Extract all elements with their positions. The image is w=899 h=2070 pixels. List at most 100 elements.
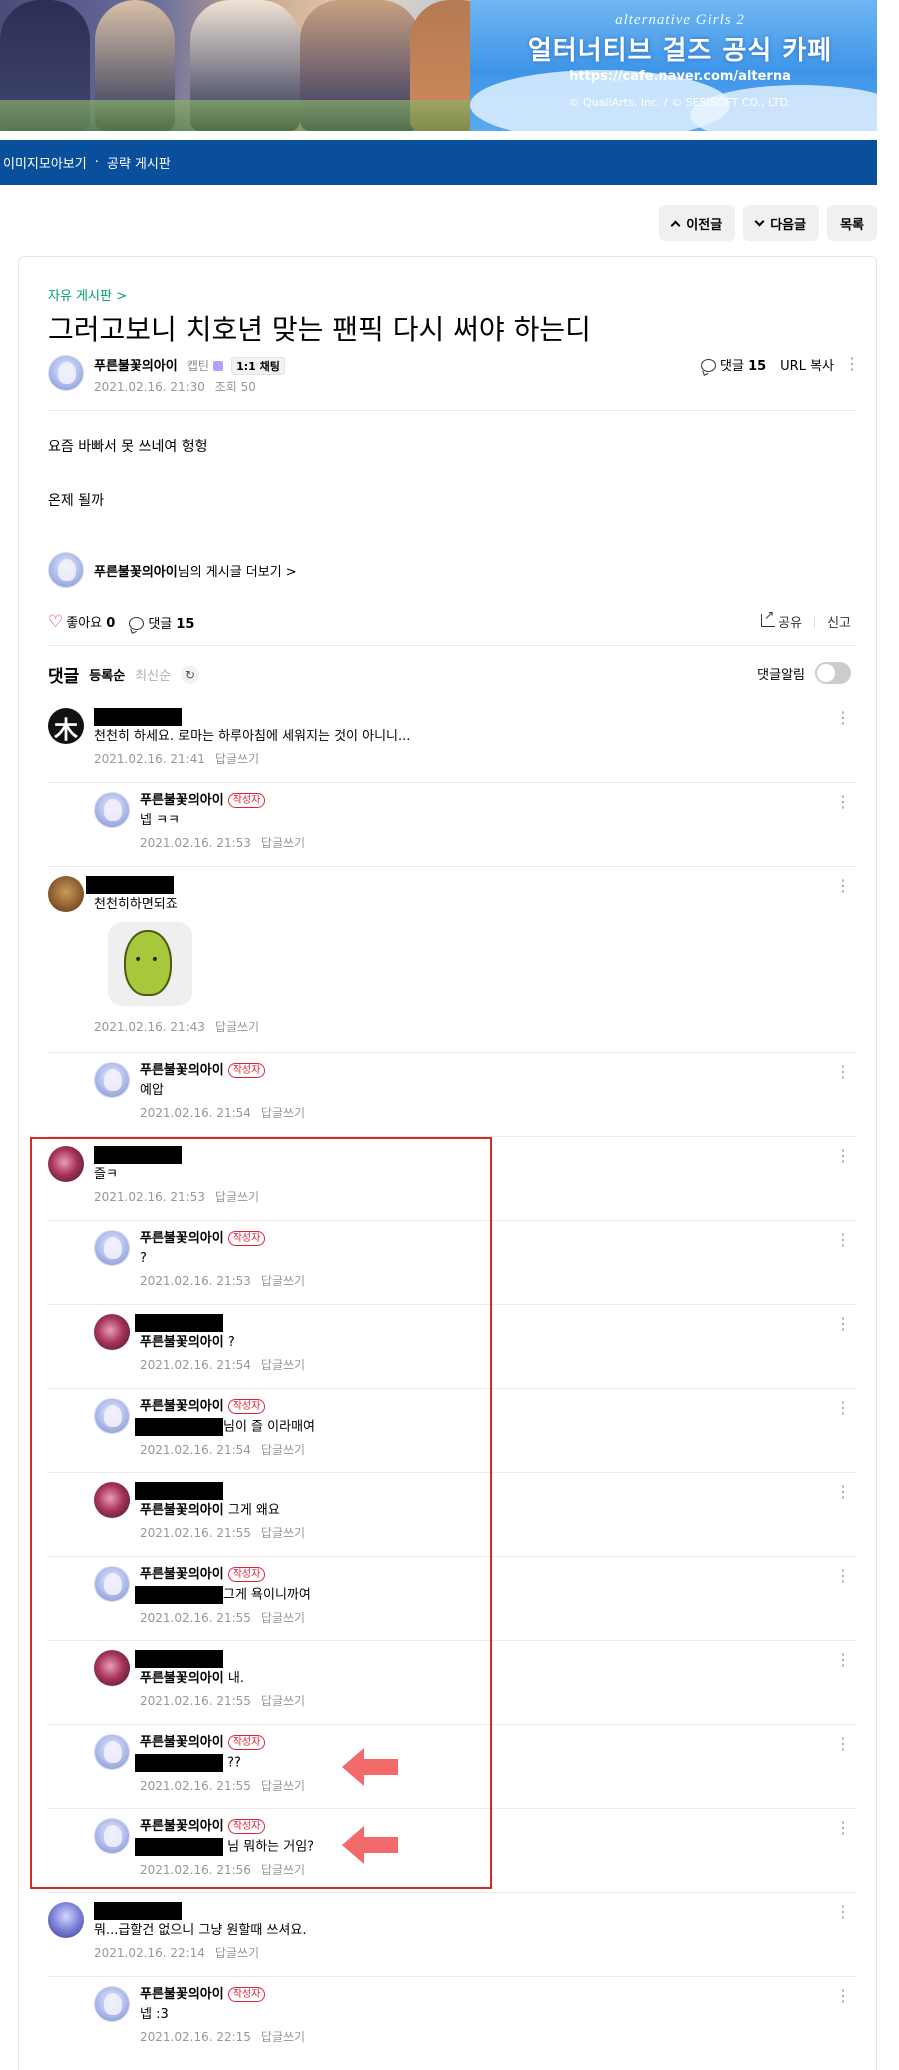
writer-badge: 작성자 <box>227 793 266 808</box>
comment-content: 푸른불꽃의아이 작성자 넵 :3 2021.02.16. 22:15 답글쓰기 <box>140 1986 840 2045</box>
heart-icon: ♡ <box>48 612 64 632</box>
author-avatar[interactable] <box>48 552 84 588</box>
author-rank: 캡틴 <box>186 359 209 373</box>
more-kebab-icon[interactable]: ⋮ <box>835 1314 851 1333</box>
divider <box>48 1892 857 1893</box>
comment-date: 2021.02.16. 21:43 <box>94 1020 205 1034</box>
reply-button[interactable]: 답글쓰기 <box>261 2030 305 2044</box>
comment-text: 천천히하면되죠 <box>94 897 178 912</box>
post-navigation: 이전글 다음글 목록 <box>659 205 877 241</box>
more-kebab-icon[interactable]: ⋮ <box>835 1146 851 1165</box>
rank-badge-icon <box>212 361 223 371</box>
more-kebab-icon[interactable]: ⋮ <box>835 1986 851 2005</box>
banner-url: https://cafe.naver.com/alterna <box>569 69 791 84</box>
commenter-name[interactable] <box>86 876 794 894</box>
commenter-name[interactable]: 푸른불꽃의아이 <box>140 1063 224 1078</box>
nav-strategy-board[interactable]: 공략 게시판 <box>107 153 171 172</box>
comment-button[interactable]: 댓글 15 <box>129 613 194 632</box>
comment-alarm-toggle[interactable] <box>815 662 851 684</box>
comment-date: 2021.02.16. 21:41 <box>94 752 205 766</box>
commenter-avatar[interactable] <box>94 1062 130 1098</box>
commenter-avatar[interactable] <box>48 708 84 744</box>
commenter-name[interactable] <box>94 708 794 726</box>
comment-count-button[interactable]: 댓글 15 <box>701 355 766 374</box>
post-date: 2021.02.16. 21:30 <box>94 380 205 394</box>
comment-text: 예압 <box>140 1083 164 1098</box>
more-kebab-icon[interactable]: ⋮ <box>835 1398 851 1417</box>
more-kebab-icon[interactable] <box>844 354 860 373</box>
reply-button[interactable]: 답글쓰기 <box>261 836 305 850</box>
cafe-banner[interactable]: alternative Girls 2 얼터너티브 걸즈 공식 카페 https… <box>0 0 877 131</box>
url-copy-button[interactable]: URL 복사 <box>780 355 834 374</box>
author-avatar[interactable] <box>48 355 84 391</box>
board-link[interactable]: 자유 게시판 > <box>48 285 127 304</box>
reply-button[interactable]: 답글쓰기 <box>261 1106 305 1120</box>
like-comment-row: ♡ 좋아요 0 댓글 15 <box>48 612 194 632</box>
like-count: 0 <box>106 616 116 631</box>
more-kebab-icon[interactable]: ⋮ <box>835 1650 851 1669</box>
more-kebab-icon[interactable]: ⋮ <box>835 1902 851 1921</box>
more-posts-link[interactable]: 푸른불꽃의아이님의 게시글 더보기 > <box>94 561 297 580</box>
commenter-avatar[interactable] <box>94 792 130 828</box>
comment-content: 푸른불꽃의아이 작성자 예압 2021.02.16. 21:54 답글쓰기 <box>140 1062 840 1121</box>
arrow-left-icon <box>342 1748 398 1786</box>
list-button[interactable]: 목록 <box>827 205 877 241</box>
arrow-left-icon <box>342 1826 398 1864</box>
more-kebab-icon[interactable]: ⋮ <box>835 792 851 811</box>
more-kebab-icon[interactable]: ⋮ <box>835 1734 851 1753</box>
commenter-avatar[interactable] <box>48 1902 84 1938</box>
share-label: 공유 <box>778 616 803 631</box>
sort-latest-tab[interactable]: 최신순 <box>135 665 171 684</box>
comment-label: 댓글 <box>720 359 744 374</box>
comment-alarm-label: 댓글알림 <box>757 667 805 683</box>
prev-post-button[interactable]: 이전글 <box>659 205 736 241</box>
comment-content: 뭐...급할건 없으니 그냥 원할때 쓰셔요. 2021.02.16. 22:1… <box>94 1902 794 1961</box>
banner-text: alternative Girls 2 얼터너티브 걸즈 공식 카페 https… <box>490 12 870 109</box>
writer-badge: 작성자 <box>227 1987 266 2002</box>
divider <box>48 1052 857 1053</box>
cafe-nav-bar: 이미지모아보기 · 공략 게시판 <box>0 140 877 185</box>
divider <box>48 410 857 411</box>
more-kebab-icon[interactable]: ⋮ <box>835 1818 851 1837</box>
commenter-avatar[interactable] <box>94 1986 130 2022</box>
commenter-name[interactable]: 푸른불꽃의아이 <box>140 1987 224 2002</box>
more-kebab-icon[interactable]: ⋮ <box>835 1062 851 1081</box>
commenter-name[interactable]: 푸른불꽃의아이 <box>140 793 224 808</box>
sticker-image[interactable] <box>108 922 192 1006</box>
sort-registered-tab[interactable]: 등록순 <box>89 665 125 684</box>
share-report-row: 공유 신고 <box>761 608 851 631</box>
refresh-icon[interactable]: ↻ <box>181 665 200 684</box>
reply-button[interactable]: 답글쓰기 <box>215 1946 259 1960</box>
redacted-name <box>94 708 182 726</box>
post-body-line: 온제 될까 <box>48 493 104 509</box>
more-kebab-icon[interactable]: ⋮ <box>835 1482 851 1501</box>
comment-label: 댓글 <box>148 616 173 632</box>
redacted-name <box>86 876 174 894</box>
report-button[interactable]: 신고 <box>827 612 851 631</box>
nav-image-gallery[interactable]: 이미지모아보기 <box>3 153 87 172</box>
one-on-one-chat-button[interactable]: 1:1 채팅 <box>231 357 285 375</box>
share-button[interactable]: 공유 <box>761 608 803 631</box>
commenter-avatar[interactable] <box>48 876 84 912</box>
banner-cafe-title: 얼터너티브 걸즈 공식 카페 <box>527 36 833 66</box>
views-label: 조회 <box>214 380 237 394</box>
more-kebab-icon[interactable]: ⋮ <box>835 1230 851 1249</box>
banner-game-title: alternative Girls 2 <box>615 12 745 24</box>
author-name[interactable]: 푸른불꽃의아이 <box>94 359 178 374</box>
reply-button[interactable]: 답글쓰기 <box>215 1020 259 1034</box>
prev-post-label: 이전글 <box>686 217 723 233</box>
comment-date: 2021.02.16. 21:54 <box>140 1106 251 1120</box>
writer-badge: 작성자 <box>227 1063 266 1078</box>
more-kebab-icon[interactable]: ⋮ <box>835 1566 851 1585</box>
commenter-name[interactable] <box>94 1902 794 1920</box>
redacted-name <box>94 1902 182 1920</box>
next-post-button[interactable]: 다음글 <box>743 205 820 241</box>
more-kebab-icon[interactable]: ⋮ <box>835 876 851 895</box>
like-button[interactable]: ♡ 좋아요 0 <box>48 612 115 632</box>
comment-text: 넵 :3 <box>140 2007 169 2022</box>
more-kebab-icon[interactable]: ⋮ <box>835 708 851 727</box>
reply-button[interactable]: 답글쓰기 <box>215 752 259 766</box>
comment-text: 넵 ㅋㅋ <box>140 813 181 828</box>
comment-count: 15 <box>748 359 767 374</box>
post-title: 그러고보니 치호년 맞는 팬픽 다시 써야 하는디 <box>48 313 591 346</box>
